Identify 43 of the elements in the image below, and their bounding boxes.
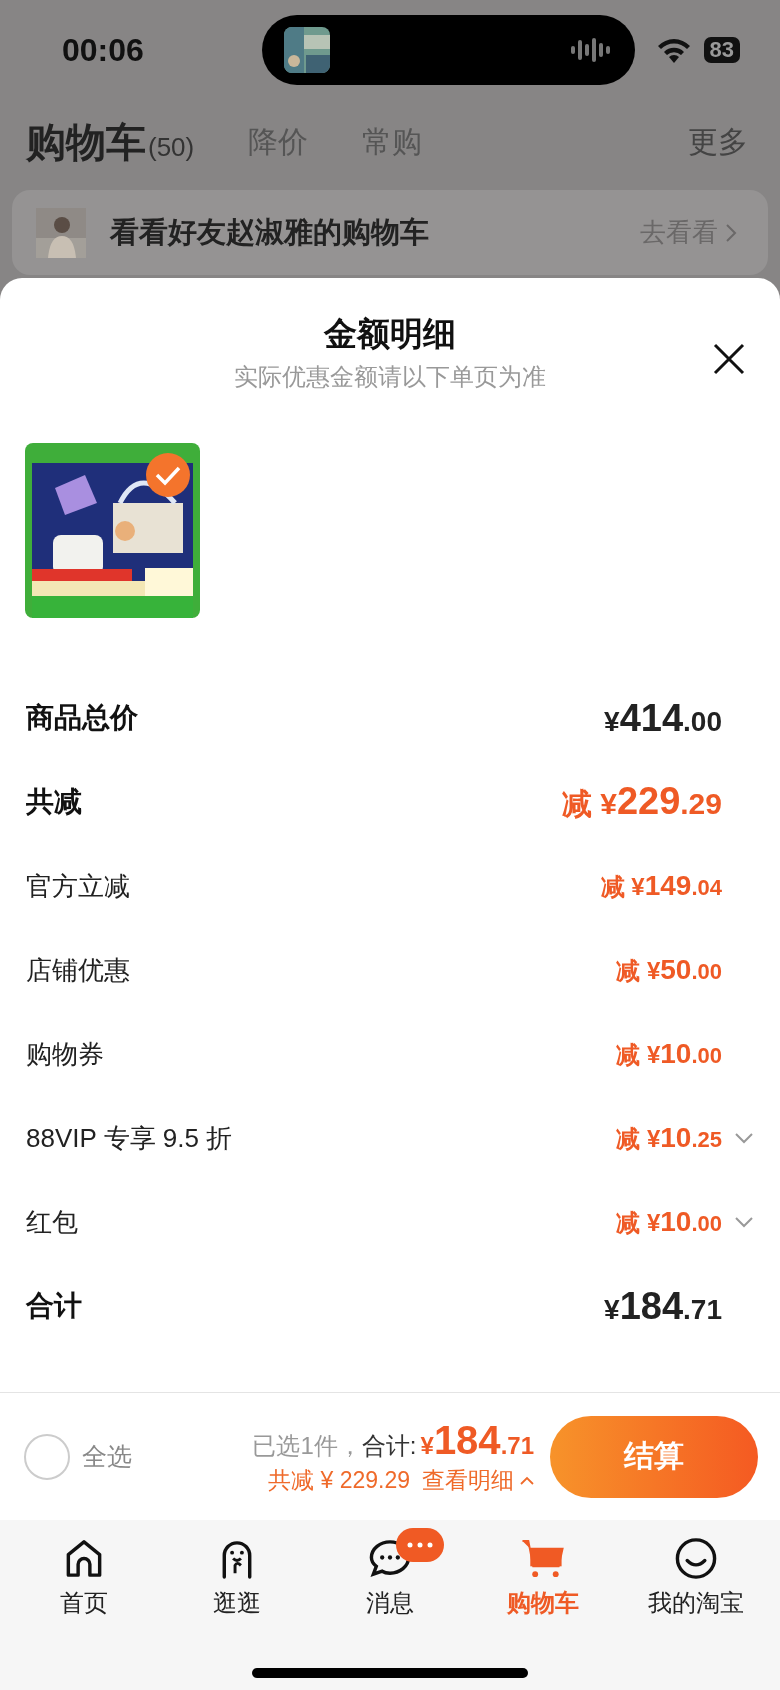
tab-bar-item[interactable]: 我的淘宝 (619, 1520, 772, 1620)
chevron-down-icon[interactable] (734, 1216, 754, 1228)
row-label: 官方立减 (26, 869, 130, 903)
more-button[interactable]: 更多 (688, 122, 748, 163)
total-amount: ¥184.71 (420, 1417, 534, 1463)
sheet-subtitle: 实际优惠金额请以下单页为准 (234, 362, 546, 392)
tab-bar-item[interactable]: 购物车 (466, 1520, 620, 1620)
tab-bar-item[interactable]: 首页 (8, 1520, 161, 1620)
amount: ¥414.00 (604, 696, 722, 740)
amount: 减 ¥149.04 (600, 869, 722, 903)
select-all-checkbox[interactable] (24, 1433, 70, 1480)
amount: 减 ¥229.29 (561, 779, 722, 824)
caret-up-icon (520, 1475, 534, 1485)
battery-level: 83 (703, 37, 740, 63)
audio-wave-icon (571, 38, 613, 62)
row-label: 共减 (26, 785, 82, 819)
amount: 减 ¥10.00 (616, 1205, 722, 1239)
checkout-button[interactable]: 结算 (550, 1415, 758, 1498)
amount: ¥184.71 (604, 1284, 722, 1328)
friend-cart-text: 看看好友赵淑雅的购物车 (110, 214, 429, 250)
select-all-label: 全选 (82, 1441, 132, 1472)
cart-count: (50) (148, 132, 195, 163)
row-label: 购物券 (26, 1037, 104, 1071)
row-label: 商品总价 (26, 701, 138, 735)
close-icon[interactable] (712, 342, 746, 376)
page-title: 购物车 (26, 119, 146, 166)
chevron-right-icon (724, 221, 738, 244)
row-label: 红包 (26, 1205, 78, 1239)
row-label: 88VIP 专享 9.5 折 (26, 1121, 233, 1155)
amount: 减 ¥10.00 (616, 1037, 722, 1071)
sheet-title: 金额明细 (324, 314, 456, 354)
row-label: 店铺优惠 (26, 953, 130, 987)
details-link[interactable]: 查看明细 (422, 1464, 534, 1496)
chevron-down-icon[interactable] (734, 1132, 754, 1144)
row-label: 合计 (26, 1289, 82, 1323)
total-label: 合计: (361, 1430, 417, 1461)
selected-count: 已选1件， (252, 1430, 362, 1461)
amount: 减 ¥10.25 (616, 1121, 722, 1155)
tab-bar-item[interactable]: 消息 (313, 1520, 467, 1620)
saved-amount: 共减 ¥ 229.29 (268, 1465, 410, 1495)
status-time: 00:06 (62, 31, 145, 69)
tab-bar-item[interactable]: 逛逛 (160, 1520, 314, 1620)
amount: 减 ¥50.00 (616, 953, 722, 987)
